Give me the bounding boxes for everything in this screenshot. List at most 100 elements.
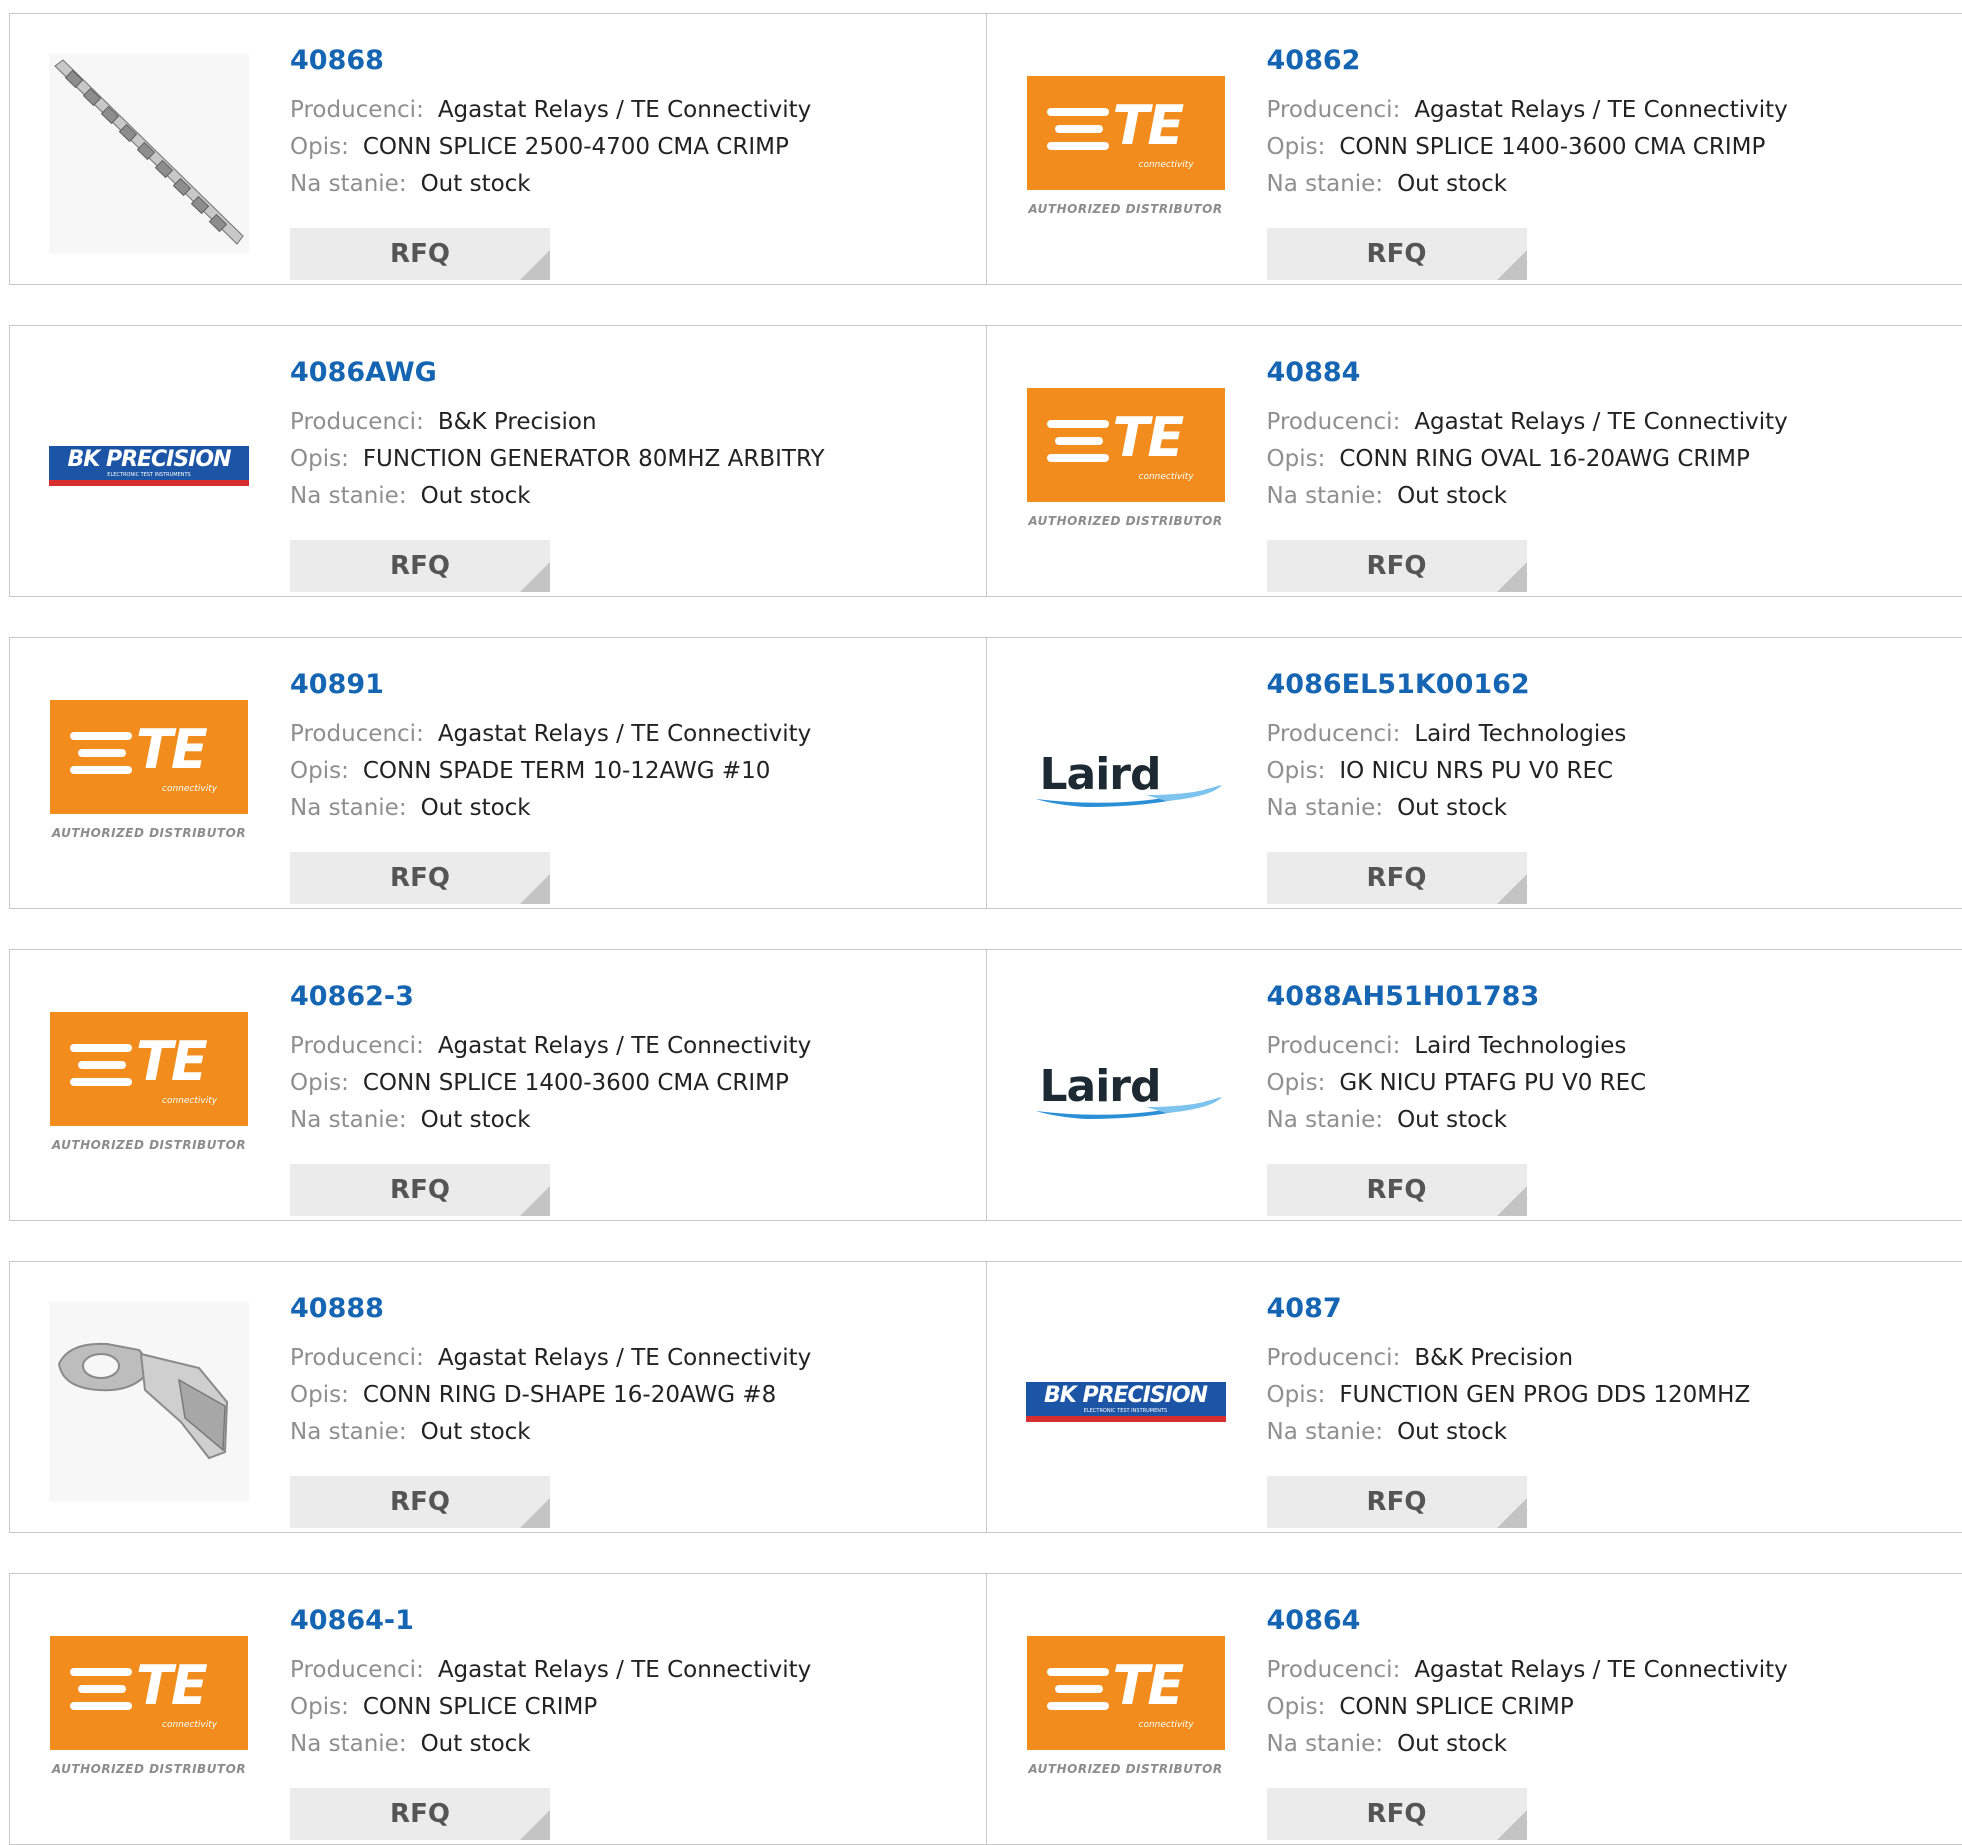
manufacturer-line: Producenci:Laird Technologies (1267, 1028, 1927, 1065)
part-number-link[interactable]: 4086AWG (290, 356, 950, 390)
te-connectivity-logo: TE connectivity AUTHORIZED DISTRIBUTOR (50, 1636, 248, 1792)
product-thumbnail[interactable]: TE connectivity AUTHORIZED DISTRIBUTOR (49, 990, 249, 1190)
stock-line: Na stanie:Out stock (290, 1414, 950, 1451)
manufacturer-value: Laird Technologies (1414, 721, 1626, 747)
product-thumbnail[interactable]: BK PRECISION ELECTRONIC TEST INSTRUMENTS (49, 366, 249, 566)
stock-line: Na stanie: Out stock (290, 1102, 950, 1139)
manufacturer-label: Producenci: (1267, 409, 1401, 435)
stock-line: Na stanie: Out stock (1267, 478, 1927, 515)
stock-line: Na stanie:Out stock (1267, 1726, 1927, 1763)
product-thumbnail[interactable]: Laird (1026, 678, 1226, 878)
rfq-button[interactable]: RFQ (1267, 1788, 1527, 1840)
part-number-link[interactable]: 40864-1 (290, 1604, 950, 1638)
manufacturer-value: Laird Technologies (1414, 1033, 1626, 1059)
description-value: CONN SPADE TERM 10-12AWG #10 (363, 758, 771, 784)
stock-value: Out stock (421, 795, 531, 821)
description-value: CONN SPLICE CRIMP (363, 1694, 597, 1720)
product-row: 40888 Producenci: Agastat Relays / TE Conn… (9, 1261, 1962, 1533)
stock-label: Na stanie: (1267, 1107, 1384, 1133)
product-info: 40891Producenci:Agastat Relays / TE Conn… (290, 668, 950, 827)
manufacturer-value: Agastat Relays / TE Connectivity (438, 1657, 811, 1683)
rfq-label: RFQ (390, 1175, 450, 1205)
manufacturer-label: Producenci: (1267, 1345, 1401, 1371)
bk-precision-logo: BK PRECISION ELECTRONIC TEST INSTRUMENTS (1026, 1382, 1226, 1422)
part-number-link[interactable]: 40884 (1267, 356, 1927, 390)
product-info: 40862-3 Producenci:Agastat Relays / TE Co… (290, 980, 950, 1139)
rfq-button[interactable]: RFQ (1267, 228, 1527, 280)
rfq-button[interactable]: RFQ (290, 852, 550, 904)
product-row: TE connectivity AUTHORIZED DISTRIBUTOR 4… (9, 637, 1962, 909)
description-line: Opis:FUNCTION GEN PROG DDS 120MHZ (1267, 1377, 1927, 1414)
te-connectivity-logo: TE connectivity AUTHORIZED DISTRIBUTOR (1027, 76, 1225, 232)
product-thumbnail[interactable]: BK PRECISION ELECTRONIC TEST INSTRUMENTS (1026, 1302, 1226, 1502)
rfq-label: RFQ (390, 239, 450, 269)
rfq-button[interactable]: RFQ (1267, 1476, 1527, 1528)
product-thumbnail[interactable]: TE connectivity AUTHORIZED DISTRIBUTOR (1026, 366, 1226, 566)
description-line: Opis:CONN SPADE TERM 10-12AWG #10 (290, 753, 950, 790)
stock-label: Na stanie: (1267, 483, 1384, 509)
rfq-label: RFQ (1367, 239, 1427, 269)
product-row: 40868Producenci:Agastat Relays / TE Conn… (9, 13, 1962, 285)
stock-value: Out stock (421, 1107, 531, 1133)
stock-value: Out stock (1397, 483, 1507, 509)
product-info: 4088AH51H01783 Producenci:Laird Technolog… (1267, 980, 1927, 1139)
stock-value: Out stock (1397, 171, 1507, 197)
corner-triangle-icon (1497, 562, 1527, 592)
rfq-button[interactable]: RFQ (290, 540, 550, 592)
rfq-label: RFQ (1367, 551, 1427, 581)
product-card: TE connectivity AUTHORIZED DISTRIBUTOR 4… (10, 638, 987, 908)
description-value: IO NICU NRS PU V0 REC (1339, 758, 1613, 784)
description-line: Opis:FUNCTION GENERATOR 80MHZ ARBITRY (290, 441, 950, 478)
part-number-link[interactable]: 40862 (1267, 44, 1927, 78)
part-number-link[interactable]: 40891 (290, 668, 950, 702)
stock-label: Na stanie: (1267, 795, 1384, 821)
rfq-button[interactable]: RFQ (290, 1164, 550, 1216)
manufacturer-value: Agastat Relays / TE Connectivity (1414, 1657, 1787, 1683)
manufacturer-label: Producenci: (290, 1345, 424, 1371)
stock-line: Na stanie:Out stock (290, 478, 950, 515)
stock-line: Na stanie: Out stock (1267, 1102, 1927, 1139)
rfq-label: RFQ (1367, 863, 1427, 893)
rfq-button[interactable]: RFQ (290, 228, 550, 280)
rfq-button[interactable]: RFQ (290, 1788, 550, 1840)
part-number-link[interactable]: 4086EL51K00162 (1267, 668, 1927, 702)
ring-terminal-photo (49, 1302, 249, 1502)
part-number-link[interactable]: 40888 (290, 1292, 950, 1326)
rfq-label: RFQ (390, 863, 450, 893)
product-thumbnail[interactable] (49, 54, 249, 254)
description-label: Opis: (290, 446, 349, 472)
product-card: Laird 4086EL51K00162Producenci:Laird Tec… (987, 638, 1962, 908)
part-number-link[interactable]: 40862-3 (290, 980, 950, 1014)
laird-logo: Laird (1026, 1055, 1226, 1125)
product-thumbnail[interactable]: TE connectivity AUTHORIZED DISTRIBUTOR (1026, 54, 1226, 254)
part-number-link[interactable]: 4088AH51H01783 (1267, 980, 1927, 1014)
part-number-link[interactable]: 4087 (1267, 1292, 1927, 1326)
product-thumbnail[interactable]: TE connectivity AUTHORIZED DISTRIBUTOR (49, 678, 249, 878)
rfq-button[interactable]: RFQ (1267, 852, 1527, 904)
rfq-button[interactable]: RFQ (290, 1476, 550, 1528)
product-info: 4086AWG Producenci:B&K PrecisionOpis:FUNC… (290, 356, 950, 515)
product-thumbnail[interactable]: TE connectivity AUTHORIZED DISTRIBUTOR (1026, 1614, 1226, 1814)
description-label: Opis: (1267, 1070, 1326, 1096)
corner-triangle-icon (520, 562, 550, 592)
manufacturer-value: Agastat Relays / TE Connectivity (438, 1345, 811, 1371)
product-info: 4086EL51K00162Producenci:Laird Technolog… (1267, 668, 1927, 827)
product-card: BK PRECISION ELECTRONIC TEST INSTRUMENTS… (987, 1262, 1962, 1532)
stock-value: Out stock (1397, 1107, 1507, 1133)
part-number-link[interactable]: 40868 (290, 44, 950, 78)
part-number-link[interactable]: 40864 (1267, 1604, 1927, 1638)
manufacturer-line: Producenci:B&K Precision (290, 404, 950, 441)
product-thumbnail[interactable] (49, 1302, 249, 1502)
manufacturer-line: Producenci:Agastat Relays / TE Connectiv… (290, 1028, 950, 1065)
stock-line: Na stanie:Out stock (290, 790, 950, 827)
stock-label: Na stanie: (290, 1419, 407, 1445)
rfq-button[interactable]: RFQ (1267, 540, 1527, 592)
product-thumbnail[interactable]: TE connectivity AUTHORIZED DISTRIBUTOR (49, 1614, 249, 1814)
stock-value: Out stock (1397, 1731, 1507, 1757)
product-card: TE connectivity AUTHORIZED DISTRIBUTOR 4… (987, 14, 1962, 284)
stock-label: Na stanie: (290, 1107, 407, 1133)
rfq-button[interactable]: RFQ (1267, 1164, 1527, 1216)
product-card: BK PRECISION ELECTRONIC TEST INSTRUMENTS… (10, 326, 987, 596)
stock-label: Na stanie: (290, 483, 407, 509)
product-thumbnail[interactable]: Laird (1026, 990, 1226, 1190)
